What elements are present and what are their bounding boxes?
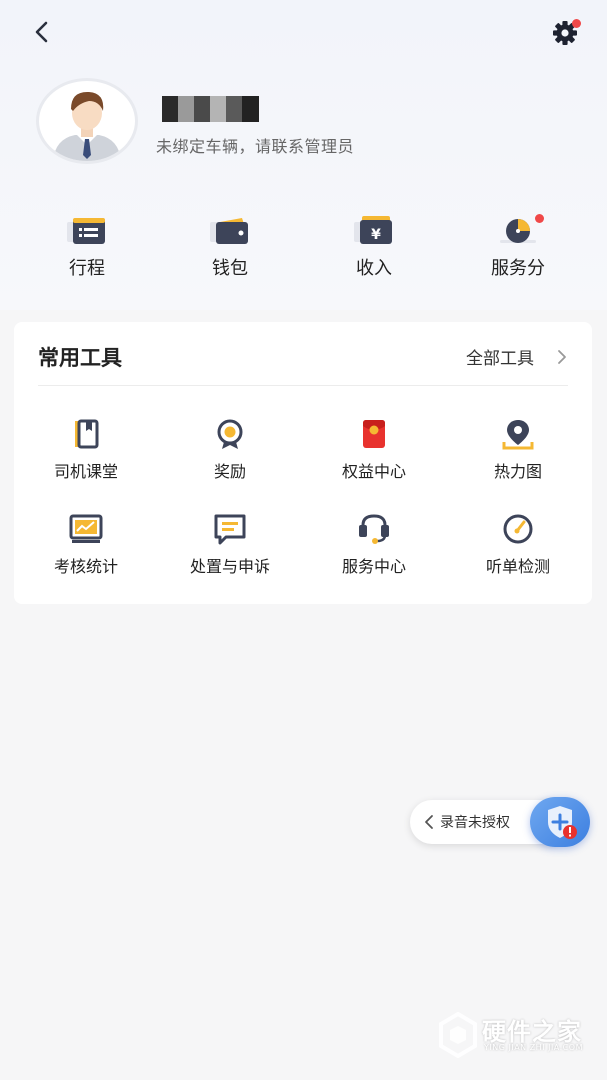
message-icon	[214, 514, 246, 545]
tool-label: 热力图	[493, 462, 542, 481]
watermark: 硬件之家 YING JIAN ZHI JIA.COM	[438, 1010, 593, 1060]
quick-entries: 行程 钱包 ¥ 收入 服务分	[0, 214, 607, 284]
tool-label: 权益中心	[341, 462, 406, 481]
recording-shield-button[interactable]	[530, 797, 590, 847]
chevron-left-icon	[425, 815, 433, 829]
chevron-left-icon	[35, 21, 48, 43]
itinerary-icon	[67, 218, 105, 244]
service-score-badge	[535, 214, 544, 223]
tool-label: 听单检测	[485, 557, 550, 576]
settings-badge	[572, 19, 581, 28]
headset-icon	[359, 514, 389, 544]
red-packet-icon	[363, 420, 385, 448]
tool-order-detection[interactable]: 听单检测	[446, 513, 590, 577]
card-title: 常用工具	[38, 346, 122, 370]
tool-label: 处置与申诉	[189, 557, 270, 576]
tool-label: 服务中心	[341, 557, 406, 576]
settings-button[interactable]	[550, 18, 581, 48]
tool-heatmap[interactable]: 热力图	[446, 418, 590, 482]
tool-label: 奖励	[213, 462, 246, 481]
wallet-icon	[210, 218, 248, 244]
binding-status: 未绑定车辆，请联系管理员	[156, 137, 355, 156]
user-name-masked	[162, 96, 259, 122]
svg-text:¥: ¥	[371, 227, 381, 243]
tool-service-center[interactable]: 服务中心	[302, 513, 446, 577]
all-tools-link[interactable]: 全部工具	[466, 344, 568, 369]
quick-income-label: 收入	[356, 258, 392, 279]
watermark-subtitle: YING JIAN ZHI JIA.COM	[484, 1043, 583, 1052]
quick-income[interactable]: ¥ 收入	[319, 214, 429, 280]
divider	[38, 385, 568, 386]
all-tools-label: 全部工具	[466, 349, 534, 369]
watermark-title: 硬件之家	[482, 1018, 582, 1046]
income-icon: ¥	[354, 216, 392, 244]
quick-wallet-label: 钱包	[212, 258, 248, 279]
service-score-icon	[500, 219, 536, 243]
quick-itinerary[interactable]: 行程	[32, 214, 142, 280]
tool-label: 考核统计	[53, 557, 118, 576]
back-button[interactable]	[28, 18, 56, 46]
avatar-icon	[53, 91, 121, 161]
gauge-icon	[503, 514, 533, 544]
shield-icon	[548, 806, 577, 839]
tool-label: 司机课堂	[53, 462, 118, 481]
tool-driver-class[interactable]: 司机课堂	[14, 418, 158, 482]
avatar[interactable]	[36, 78, 138, 164]
quick-service-score[interactable]: 服务分	[463, 214, 573, 280]
quick-wallet[interactable]: 钱包	[175, 214, 285, 280]
chevron-right-icon	[558, 349, 566, 364]
medal-icon	[217, 419, 243, 449]
tool-assessment-stats[interactable]: 考核统计	[14, 513, 158, 577]
recording-auth-label: 录音未授权	[440, 815, 510, 831]
quick-service-score-label: 服务分	[491, 258, 545, 279]
quick-itinerary-label: 行程	[69, 258, 105, 279]
watermark-logo-icon	[439, 1012, 477, 1058]
tool-rewards[interactable]: 奖励	[158, 418, 302, 482]
common-tools-card: 常用工具 全部工具 司机课堂 奖励 权益中心 热力图 考核统计 处置与申诉 服务…	[14, 322, 592, 604]
chart-icon	[69, 514, 103, 543]
tool-benefits-center[interactable]: 权益中心	[302, 418, 446, 482]
map-pin-icon	[502, 420, 534, 450]
book-icon	[75, 419, 99, 449]
tool-disposal-appeal[interactable]: 处置与申诉	[158, 513, 302, 577]
